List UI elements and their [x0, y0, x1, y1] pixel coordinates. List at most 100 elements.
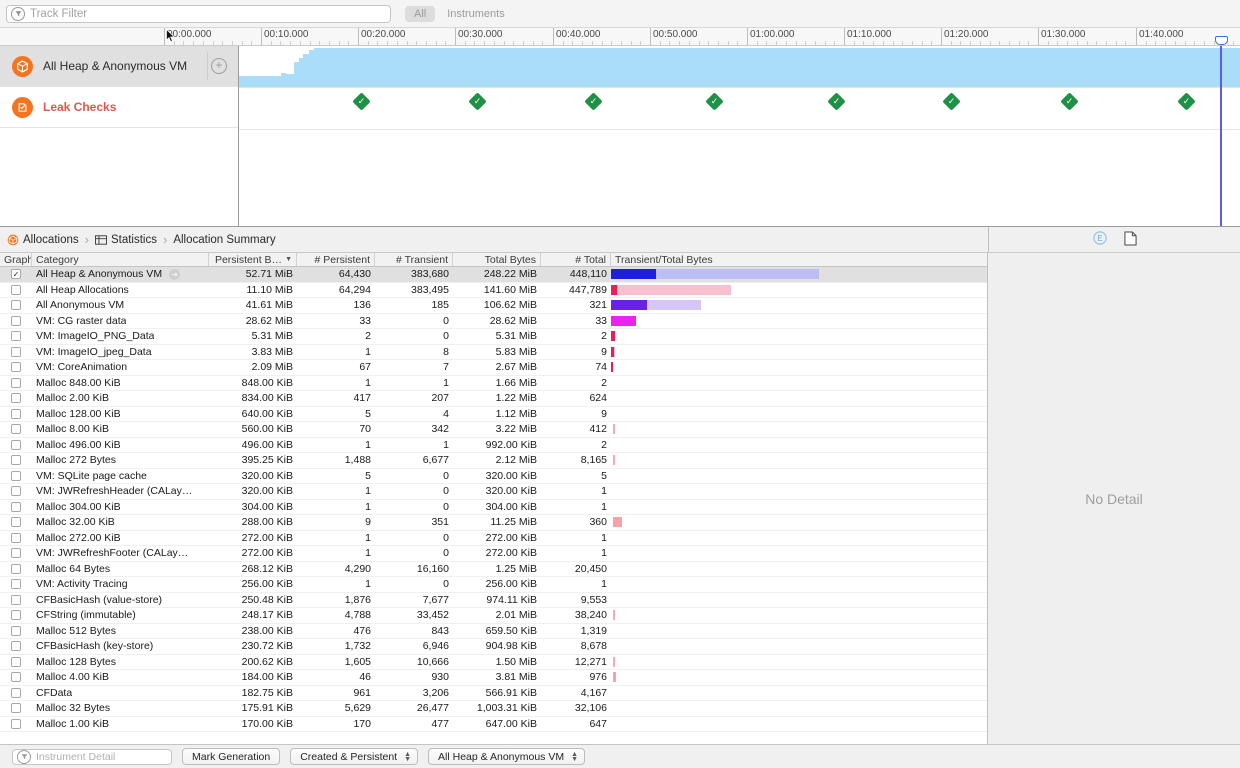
sort-descending-icon[interactable]: ▼: [285, 256, 292, 263]
table-row[interactable]: Malloc 8.00 KiB 560.00 KiB 70 342 3.22 MiB 41…: [0, 422, 987, 438]
graph-checkbox[interactable]: [11, 703, 21, 714]
table-row[interactable]: VM: Activity Tracing 256.00 KiB 1 0 256.00 K…: [0, 577, 987, 593]
table-row[interactable]: Malloc 272 Bytes 395.25 KiB 1,488 6,677 2.12…: [0, 453, 987, 469]
table-row[interactable]: VM: JWRefreshFooter (CALay… 272.00 KiB 1 0 2…: [0, 546, 987, 562]
console-document-icon[interactable]: [1123, 230, 1137, 249]
allocation-table-body[interactable]: ✓ All Heap & Anonymous VM ➜ 52.71 MiB 64,430…: [0, 267, 987, 744]
table-row[interactable]: VM: ImageIO_jpeg_Data 3.83 MiB 1 8 5.83 MiB 9: [0, 345, 987, 360]
table-row[interactable]: VM: JWRefreshHeader (CALay… 320.00 KiB 1 0 3…: [0, 484, 987, 500]
graph-checkbox[interactable]: [11, 610, 21, 621]
graph-checkbox[interactable]: [11, 563, 21, 574]
graph-checkbox[interactable]: [11, 672, 21, 683]
breadcrumb-item-allocation-summary[interactable]: Allocation Summary: [173, 234, 275, 246]
track-target-popup[interactable]: All Heap & Anonymous VM ▲ ▼: [428, 748, 586, 765]
graph-checkbox[interactable]: [11, 486, 21, 497]
graph-checkbox[interactable]: [11, 501, 21, 512]
graph-checkbox[interactable]: [11, 517, 21, 528]
leak-check-marker[interactable]: ✓: [352, 92, 371, 111]
segment-all-button[interactable]: All: [405, 5, 436, 22]
column-header-transient[interactable]: # Transient: [375, 253, 453, 266]
table-row[interactable]: Malloc 848.00 KiB 848.00 KiB 1 1 1.66 MiB 2: [0, 376, 987, 391]
lane-heap-vm-graph[interactable]: [239, 46, 1240, 88]
column-header-persistent[interactable]: # Persistent: [297, 253, 375, 266]
segment-instruments-button[interactable]: Instruments: [447, 8, 504, 20]
mark-generation-button[interactable]: Mark Generation: [182, 748, 281, 765]
column-header-persistent-b[interactable]: Persistent B… ▼: [209, 253, 297, 266]
graph-checkbox[interactable]: [11, 579, 21, 590]
table-row[interactable]: Malloc 2.00 KiB 834.00 KiB 417 207 1.22 MiB 6…: [0, 391, 987, 407]
graph-checkbox[interactable]: [11, 594, 21, 605]
breadcrumb-item-statistics[interactable]: Statistics: [95, 234, 157, 246]
table-row[interactable]: VM: CoreAnimation 2.09 MiB 67 7 2.67 MiB 74: [0, 360, 987, 376]
table-row[interactable]: Malloc 1.00 KiB 170.00 KiB 170 477 647.00 Ki…: [0, 717, 987, 732]
leak-check-marker[interactable]: ✓: [1177, 92, 1196, 111]
table-row[interactable]: CFBasicHash (value-store) 250.48 KiB 1,876…: [0, 593, 987, 608]
table-row[interactable]: Malloc 128.00 KiB 640.00 KiB 5 4 1.12 MiB 9: [0, 407, 987, 422]
graph-checkbox[interactable]: [11, 455, 21, 466]
column-header-total[interactable]: # Total: [541, 253, 611, 266]
column-header-category[interactable]: Category: [32, 253, 209, 266]
add-track-button[interactable]: +: [211, 58, 227, 74]
table-row[interactable]: Malloc 304.00 KiB 304.00 KiB 1 0 304.00 KiB 1: [0, 500, 987, 515]
leak-check-marker[interactable]: ✓: [942, 92, 961, 111]
column-header-graph[interactable]: Graph: [0, 253, 32, 266]
leak-check-marker[interactable]: ✓: [468, 92, 487, 111]
leak-check-marker[interactable]: ✓: [827, 92, 846, 111]
table-row[interactable]: CFString (immutable) 248.17 KiB 4,788 33,45…: [0, 608, 987, 624]
graph-checkbox[interactable]: [11, 439, 21, 450]
table-row[interactable]: Malloc 272.00 KiB 272.00 KiB 1 0 272.00 KiB 1: [0, 531, 987, 546]
track-header-leak-checks[interactable]: Leak Checks: [0, 87, 238, 128]
playhead[interactable]: [1220, 46, 1222, 226]
timeline-ruler[interactable]: 00:00.000 00:10.000 00:20.000 00:30.000 00:4…: [0, 28, 1240, 46]
graph-checkbox[interactable]: [11, 393, 21, 404]
graph-checkbox[interactable]: [11, 300, 21, 311]
graph-checkbox[interactable]: [11, 470, 21, 481]
graph-checkbox[interactable]: [11, 424, 21, 435]
playhead-handle[interactable]: [1215, 36, 1228, 45]
table-row[interactable]: CFData 182.75 KiB 961 3,206 566.91 KiB 4,167: [0, 686, 987, 701]
graph-checkbox[interactable]: [11, 532, 21, 543]
table-row[interactable]: Malloc 128 Bytes 200.62 KiB 1,605 10,666 1.5…: [0, 655, 987, 670]
graph-checkbox[interactable]: [11, 377, 21, 388]
allocation-lifespan-popup[interactable]: Created & Persistent ▲ ▼: [290, 748, 419, 765]
table-row[interactable]: Malloc 496.00 KiB 496.00 KiB 1 1 992.00 KiB 2: [0, 438, 987, 453]
table-row[interactable]: Malloc 64 Bytes 268.12 KiB 4,290 16,160 1.25…: [0, 562, 987, 577]
table-row[interactable]: Malloc 32 Bytes 175.91 KiB 5,629 26,477 1,00…: [0, 701, 987, 717]
breadcrumb-item-allocations[interactable]: Allocations: [7, 234, 79, 246]
table-row[interactable]: VM: SQLite page cache 320.00 KiB 5 0 320.00 …: [0, 469, 987, 484]
table-row[interactable]: All Anonymous VM 41.61 MiB 136 185 106.62 Mi…: [0, 298, 987, 314]
graph-checkbox[interactable]: ✓: [11, 269, 21, 280]
graph-checkbox[interactable]: [11, 656, 21, 667]
graph-checkbox[interactable]: [11, 284, 21, 295]
table-row[interactable]: All Heap Allocations 11.10 MiB 64,294 383,4…: [0, 283, 987, 298]
table-row[interactable]: Malloc 4.00 KiB 184.00 KiB 46 930 3.81 MiB 97…: [0, 670, 987, 686]
table-row[interactable]: Malloc 512 Bytes 238.00 KiB 476 843 659.50 K…: [0, 624, 987, 639]
lane-leak-checks[interactable]: ✓ ✓ ✓ ✓ ✓ ✓ ✓ ✓: [239, 88, 1240, 130]
track-filter-input[interactable]: Track Filter: [6, 4, 391, 23]
column-header-total-bytes[interactable]: Total Bytes: [453, 253, 541, 266]
graph-checkbox[interactable]: [11, 625, 21, 636]
graph-checkbox[interactable]: [11, 346, 21, 357]
column-header-transient-total-bytes[interactable]: Transient/Total Bytes: [611, 253, 981, 266]
graph-checkbox[interactable]: [11, 548, 21, 559]
leak-check-marker[interactable]: ✓: [1060, 92, 1079, 111]
graph-checkbox[interactable]: [11, 408, 21, 419]
graph-checkbox[interactable]: [11, 331, 21, 342]
graph-checkbox[interactable]: [11, 641, 21, 652]
leak-check-marker[interactable]: ✓: [705, 92, 724, 111]
table-row[interactable]: ✓ All Heap & Anonymous VM ➜ 52.71 MiB 64,430…: [0, 267, 987, 283]
graph-checkbox[interactable]: [11, 362, 21, 373]
instrument-detail-input[interactable]: Instrument Detail: [12, 748, 172, 765]
focus-arrow-icon[interactable]: ➜: [169, 268, 181, 280]
table-row[interactable]: VM: ImageIO_PNG_Data 5.31 MiB 2 0 5.31 MiB 2: [0, 329, 987, 345]
graph-checkbox[interactable]: [11, 687, 21, 698]
table-row[interactable]: VM: CG raster data 28.62 MiB 33 0 28.62 MiB 3…: [0, 314, 987, 329]
graph-checkbox[interactable]: [11, 315, 21, 326]
leak-check-marker[interactable]: ✓: [584, 92, 603, 111]
extended-detail-icon[interactable]: E: [1092, 231, 1107, 248]
table-row[interactable]: Malloc 32.00 KiB 288.00 KiB 9 351 11.25 MiB 3…: [0, 515, 987, 531]
graph-checkbox[interactable]: [11, 718, 21, 729]
table-row[interactable]: CFBasicHash (key-store) 230.72 KiB 1,732 6,…: [0, 639, 987, 655]
ruler-tick-label: 00:50.000: [653, 29, 698, 40]
track-header-heap-vm[interactable]: All Heap & Anonymous VM +: [0, 46, 238, 87]
